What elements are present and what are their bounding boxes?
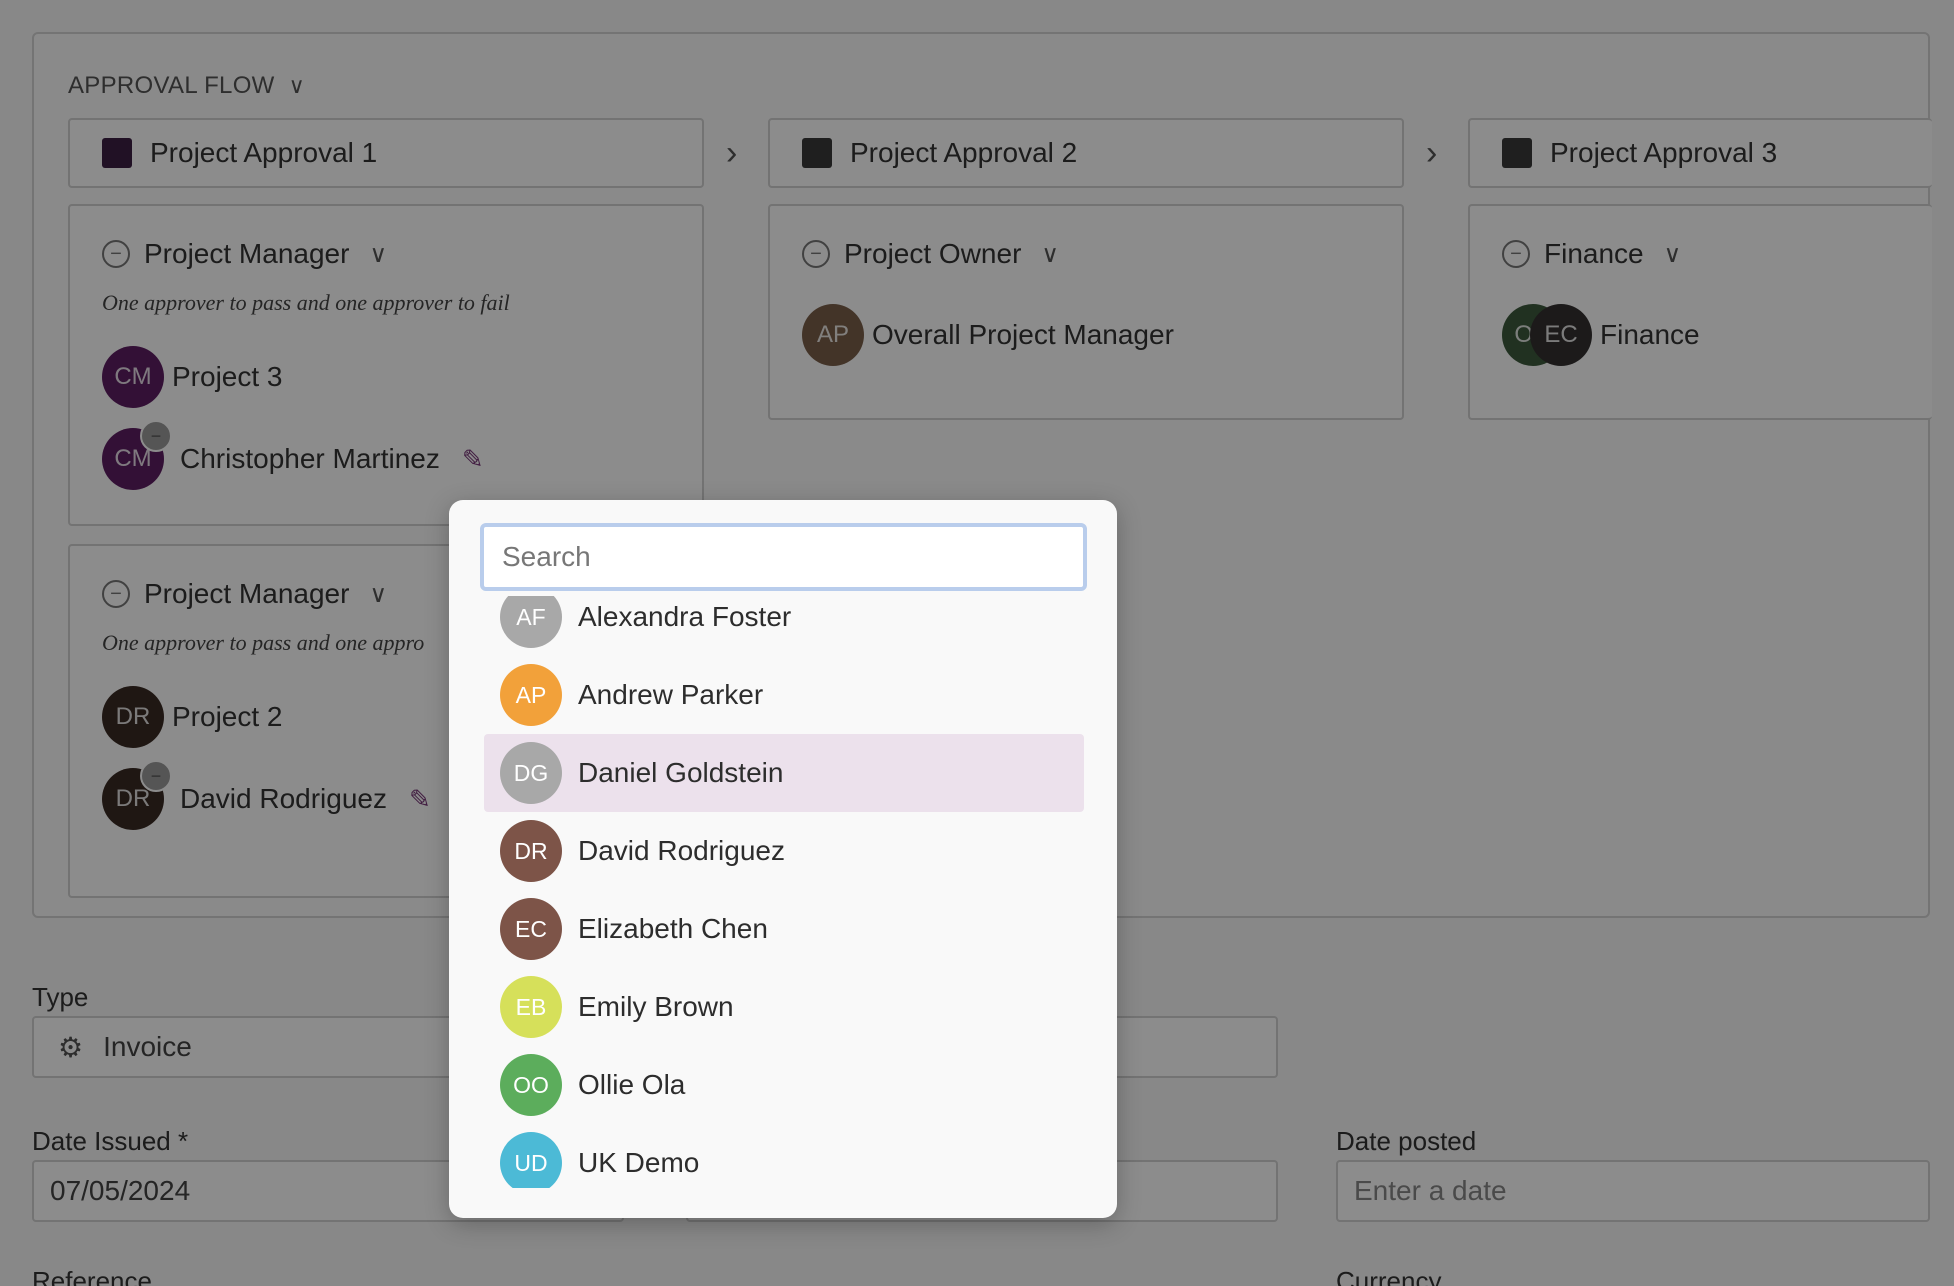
avatar: AP	[500, 664, 562, 726]
list-item[interactable]: OO Ollie Ola	[484, 1046, 1084, 1124]
search-input[interactable]	[480, 523, 1087, 591]
person-list[interactable]: AF Alexandra Foster AP Andrew Parker DG …	[449, 596, 1117, 1188]
avatar: UD	[500, 1132, 562, 1188]
avatar: AF	[500, 596, 562, 648]
person-name: David Rodriguez	[578, 835, 785, 866]
list-item[interactable]: DR David Rodriguez	[484, 812, 1084, 890]
person-name: Alexandra Foster	[578, 601, 792, 632]
avatar: DR	[500, 820, 562, 882]
person-name: Elizabeth Chen	[578, 913, 768, 944]
avatar: EB	[500, 976, 562, 1038]
page: APPROVAL FLOW ∨ Project Approval 1 › Pro…	[0, 0, 1954, 1286]
avatar: DG	[500, 742, 562, 804]
list-item[interactable]: EC Elizabeth Chen	[484, 890, 1084, 968]
list-item[interactable]: EB Emily Brown	[484, 968, 1084, 1046]
person-name: UK Demo	[578, 1147, 700, 1178]
person-name: Daniel Goldstein	[578, 757, 784, 788]
list-item[interactable]: UD UK Demo	[484, 1124, 1084, 1188]
avatar: OO	[500, 1054, 562, 1116]
person-name: Emily Brown	[578, 991, 734, 1022]
person-name: Ollie Ola	[578, 1069, 686, 1100]
person-picker-dropdown: AF Alexandra Foster AP Andrew Parker DG …	[449, 500, 1117, 1218]
list-item[interactable]: AF Alexandra Foster	[484, 596, 1084, 656]
avatar: EC	[500, 898, 562, 960]
person-name: Andrew Parker	[578, 679, 764, 710]
list-item-highlighted[interactable]: DG Daniel Goldstein	[484, 734, 1084, 812]
list-item[interactable]: AP Andrew Parker	[484, 656, 1084, 734]
